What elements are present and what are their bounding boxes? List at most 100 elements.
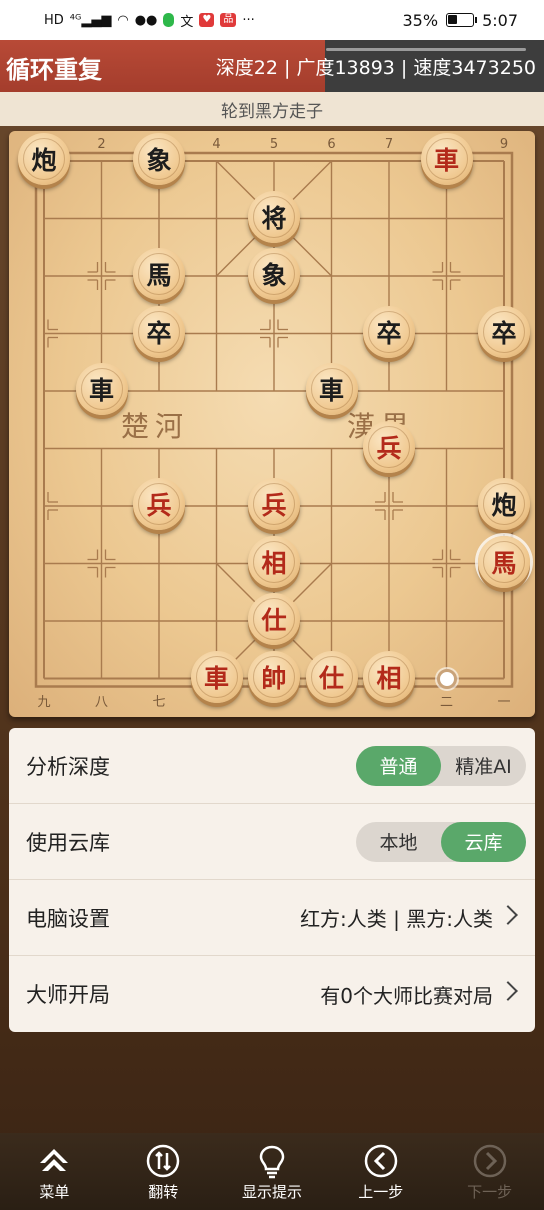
more-icon: ··· bbox=[242, 12, 255, 28]
settings-panel: 分析深度 普通 精准AI 使用云库 本地 云库 电脑设置 红方:人类 | 黑方:… bbox=[9, 728, 535, 1032]
status-bar: HD ⁴ᴳ▂▄▆ ◠ ●● 文 ♥ 品 ··· 35% 5:07 bbox=[0, 0, 544, 40]
red-piece[interactable]: 車 bbox=[420, 133, 473, 185]
file-label-bottom: 九 bbox=[37, 694, 51, 710]
black-piece[interactable]: 象 bbox=[133, 133, 185, 185]
red-piece[interactable]: 帥 bbox=[248, 650, 300, 703]
cloud-db-row: 使用云库 本地 云库 bbox=[9, 804, 535, 880]
red-piece[interactable]: 兵 bbox=[133, 478, 185, 530]
piece-char: 馬 bbox=[491, 548, 517, 578]
piece-char: 卒 bbox=[376, 318, 402, 348]
battery-percent: 35% bbox=[402, 10, 439, 30]
show-hint-label: 显示提示 bbox=[241, 1183, 302, 1201]
chevron-right-icon bbox=[498, 981, 518, 1001]
status-icons: HD ⁴ᴳ▂▄▆ ◠ ●● 文 ♥ 品 ··· bbox=[44, 11, 255, 30]
next-icon bbox=[473, 1144, 506, 1178]
black-piece[interactable]: 卒 bbox=[133, 305, 185, 358]
piece-char: 炮 bbox=[31, 146, 57, 175]
analysis-depth-label: 分析深度 bbox=[26, 754, 110, 779]
piece-char: 相 bbox=[261, 548, 287, 578]
red-piece[interactable]: 車 bbox=[190, 650, 243, 703]
menu-button[interactable]: 菜单 bbox=[0, 1133, 109, 1210]
battery-icon bbox=[446, 13, 478, 27]
piece-char: 兵 bbox=[146, 491, 172, 520]
piece-char: 帥 bbox=[261, 663, 287, 693]
file-label-top: 9 bbox=[499, 137, 509, 152]
file-label-bottom: 八 bbox=[94, 694, 108, 710]
red-piece[interactable]: 仕 bbox=[248, 593, 300, 645]
hint-bulb-icon bbox=[259, 1145, 285, 1179]
black-piece[interactable]: 象 bbox=[248, 248, 300, 300]
piece-char: 車 bbox=[203, 663, 229, 693]
black-piece[interactable]: 馬 bbox=[133, 248, 185, 300]
bottom-toolbar: 菜单 翻转 显示提示 上一步 下一步 bbox=[0, 1133, 544, 1210]
cloud-db-toggle[interactable]: 本地 云库 bbox=[356, 821, 526, 862]
previous-icon bbox=[364, 1144, 398, 1178]
computer-settings-row[interactable]: 电脑设置 红方:人类 | 黑方:人类 bbox=[9, 880, 535, 956]
title-bar: 循环重复 深度22 | 广度13893 | 速度3473250 bbox=[0, 40, 544, 92]
master-opening-label: 大师开局 bbox=[26, 983, 110, 1007]
cloud-db-option-local[interactable]: 本地 bbox=[356, 822, 441, 862]
green-app-icon bbox=[163, 13, 175, 27]
flip-button[interactable]: 翻转 bbox=[109, 1133, 218, 1210]
app-badge-icon-2: 品 bbox=[220, 13, 237, 27]
cloud-db-option-cloud[interactable]: 云库 bbox=[441, 821, 526, 862]
master-opening-value: 有0个大师比赛对局 bbox=[320, 983, 493, 1008]
analysis-depth-toggle[interactable]: 普通 精准AI bbox=[356, 745, 526, 786]
red-piece[interactable]: 馬 bbox=[478, 535, 530, 588]
next-move-button[interactable]: 下一步 bbox=[435, 1133, 544, 1210]
chevron-right-icon bbox=[498, 905, 518, 925]
file-label-bottom: 一 bbox=[497, 694, 511, 710]
file-label-top: 4 bbox=[212, 137, 221, 152]
piece-char: 馬 bbox=[146, 261, 172, 290]
piece-char: 卒 bbox=[146, 318, 172, 348]
file-label-bottom: 二 bbox=[439, 694, 453, 710]
piece-char: 兵 bbox=[261, 491, 287, 520]
piece-char: 車 bbox=[88, 376, 114, 405]
black-piece[interactable]: 将 bbox=[248, 190, 300, 243]
black-piece[interactable]: 卒 bbox=[478, 305, 530, 358]
previous-move-label: 上一步 bbox=[358, 1183, 404, 1201]
show-hint-button[interactable]: 显示提示 bbox=[218, 1133, 327, 1210]
piece-char: 象 bbox=[261, 261, 287, 290]
black-piece[interactable]: 炮 bbox=[478, 478, 530, 530]
next-move-label: 下一步 bbox=[467, 1183, 513, 1201]
piece-char: 車 bbox=[318, 376, 344, 405]
river-left-label: 楚河 bbox=[121, 410, 190, 443]
move-marker[interactable] bbox=[436, 668, 457, 689]
analysis-depth-option-normal[interactable]: 普通 bbox=[356, 745, 441, 786]
turn-indicator: 轮到黑方走子 bbox=[0, 92, 544, 126]
analysis-depth-row: 分析深度 普通 精准AI bbox=[9, 728, 535, 804]
previous-move-button[interactable]: 上一步 bbox=[326, 1133, 435, 1210]
cloud-db-label: 使用云库 bbox=[26, 830, 110, 855]
piece-char: 車 bbox=[433, 146, 459, 175]
piece-char: 将 bbox=[261, 203, 287, 233]
signal-4g-icon: ⁴ᴳ▂▄▆ bbox=[69, 12, 112, 28]
black-piece[interactable]: 車 bbox=[305, 363, 358, 415]
red-piece[interactable]: 兵 bbox=[248, 478, 300, 530]
red-piece[interactable]: 兵 bbox=[363, 420, 415, 473]
piece-char: 仕 bbox=[261, 606, 287, 635]
piece-char: 兵 bbox=[376, 433, 402, 463]
piece-char: 卒 bbox=[491, 318, 517, 348]
wifi-icon: ◠ bbox=[117, 12, 129, 28]
wechat-icon: ●● bbox=[134, 12, 158, 28]
red-piece[interactable]: 仕 bbox=[305, 650, 358, 703]
computer-settings-label: 电脑设置 bbox=[26, 906, 110, 931]
black-piece[interactable]: 卒 bbox=[363, 305, 415, 358]
analysis-depth-option-precise-ai[interactable]: 精准AI bbox=[441, 746, 526, 786]
flip-icon bbox=[146, 1144, 180, 1178]
piece-char: 仕 bbox=[318, 663, 344, 693]
menu-label: 菜单 bbox=[39, 1183, 70, 1201]
red-piece[interactable]: 相 bbox=[363, 650, 415, 703]
analysis-progress-line bbox=[326, 48, 526, 51]
chess-board[interactable]: 楚河 漢界 245679九八七二一炮象車将馬象卒卒卒車車兵兵兵炮相馬仕車帥仕相 bbox=[9, 131, 535, 717]
black-piece[interactable]: 車 bbox=[75, 363, 128, 415]
turn-text: 轮到黑方走子 bbox=[221, 101, 323, 122]
red-piece[interactable]: 相 bbox=[248, 535, 300, 588]
black-piece[interactable]: 炮 bbox=[18, 133, 70, 185]
app-badge-icon: ♥ bbox=[199, 13, 215, 27]
file-label-bottom: 七 bbox=[152, 694, 166, 710]
file-label-top: 7 bbox=[384, 137, 394, 152]
master-opening-row[interactable]: 大师开局 有0个大师比赛对局 bbox=[9, 956, 535, 1032]
engine-info: 深度22 | 广度13893 | 速度3473250 bbox=[215, 57, 536, 79]
